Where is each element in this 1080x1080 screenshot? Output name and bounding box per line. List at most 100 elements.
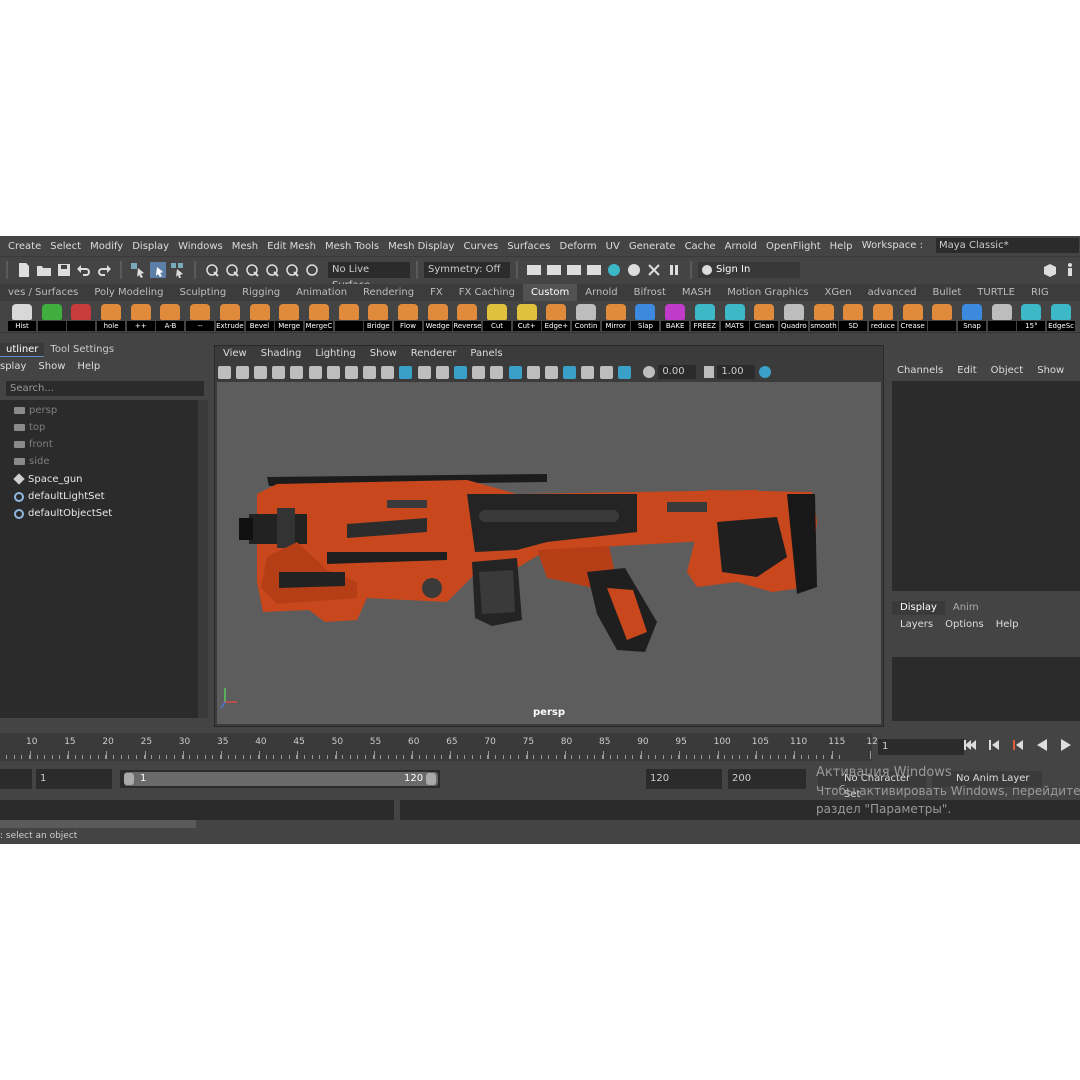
- sign-in-button[interactable]: Sign In: [698, 262, 800, 278]
- shelf-button[interactable]: Extrude: [215, 302, 244, 332]
- snap-grid-icon[interactable]: [204, 262, 220, 278]
- outliner-item[interactable]: defaultLightSet: [14, 489, 105, 505]
- shelf-button[interactable]: Clean: [750, 302, 779, 332]
- menu-item[interactable]: Deform: [560, 241, 597, 252]
- select-tool-icon[interactable]: [130, 262, 146, 278]
- step-back-key-icon[interactable]: [1010, 737, 1026, 753]
- shelf-tab[interactable]: Bifrost: [626, 284, 674, 301]
- shelf-button[interactable]: Edge+: [542, 302, 571, 332]
- shelf-tab[interactable]: Sculpting: [171, 284, 234, 301]
- menu-item[interactable]: Windows: [178, 241, 223, 252]
- play-forward-icon[interactable]: [1058, 737, 1074, 753]
- shelf-tab[interactable]: Arnold: [577, 284, 625, 301]
- menu-show[interactable]: Show: [1037, 365, 1064, 376]
- xray-icon[interactable]: [526, 365, 540, 379]
- backface-icon[interactable]: [599, 365, 613, 379]
- live-surface-field[interactable]: No Live Surface: [328, 262, 410, 291]
- menu-item[interactable]: Generate: [629, 241, 676, 252]
- menu-renderer[interactable]: Renderer: [411, 348, 457, 359]
- range-handle-end[interactable]: [426, 773, 436, 785]
- menu-item[interactable]: Select: [50, 241, 81, 252]
- menu-view[interactable]: View: [223, 348, 247, 359]
- playback-end-field[interactable]: 120: [646, 769, 722, 789]
- camera-icon[interactable]: [217, 365, 231, 379]
- shelf-button[interactable]: Bevel: [245, 302, 274, 332]
- workspace-dropdown[interactable]: Maya Classic*: [936, 238, 1079, 253]
- image-plane-icon[interactable]: [272, 365, 286, 379]
- shelf-tab[interactable]: Rendering: [355, 284, 422, 301]
- pause-icon[interactable]: [666, 262, 682, 278]
- paint-select-icon[interactable]: [170, 262, 186, 278]
- outliner-item[interactable]: defaultObjectSet: [14, 506, 112, 522]
- exposure-icon[interactable]: [643, 366, 656, 378]
- ipr-icon[interactable]: [566, 262, 582, 278]
- menu-item[interactable]: Mesh Tools: [325, 241, 379, 252]
- step-back-icon[interactable]: [986, 737, 1002, 753]
- character-icon[interactable]: [1062, 262, 1078, 278]
- shelf-button[interactable]: --: [186, 302, 215, 332]
- render-settings-icon[interactable]: [586, 262, 602, 278]
- xray-joints-icon[interactable]: [544, 365, 558, 379]
- anim-end-field[interactable]: 200: [728, 769, 806, 789]
- shelf-button[interactable]: Mirror: [601, 302, 630, 332]
- current-frame-field[interactable]: 1: [878, 739, 964, 755]
- menu-panels[interactable]: Panels: [470, 348, 502, 359]
- shelf-button[interactable]: [67, 302, 96, 332]
- shelf-tab[interactable]: Rigging: [234, 284, 288, 301]
- shelf-button[interactable]: Cut+: [512, 302, 541, 332]
- render-view-icon[interactable]: [526, 262, 542, 278]
- shelf-button[interactable]: [334, 302, 363, 332]
- menu-item[interactable]: Arnold: [725, 241, 757, 252]
- shelf-button[interactable]: Bridge: [364, 302, 393, 332]
- arnold-render-icon[interactable]: [606, 262, 622, 278]
- outliner-item[interactable]: side: [14, 454, 50, 470]
- menu-item[interactable]: Surfaces: [507, 241, 550, 252]
- xray-components-icon[interactable]: [581, 365, 595, 379]
- smooth-shade-icon[interactable]: [417, 365, 431, 379]
- menu-shading[interactable]: Shading: [261, 348, 302, 359]
- camera-attr-icon[interactable]: [235, 365, 249, 379]
- grid-icon[interactable]: [290, 365, 304, 379]
- shelf-tab[interactable]: RIG: [1023, 284, 1057, 301]
- ipr-stop-icon[interactable]: [646, 262, 662, 278]
- shelf-button[interactable]: Reverse: [453, 302, 482, 332]
- shelf-button[interactable]: ++: [126, 302, 155, 332]
- range-handle-start[interactable]: [124, 773, 134, 785]
- shelf-tab[interactable]: FX: [422, 284, 451, 301]
- shelf-button[interactable]: MergeC: [304, 302, 333, 332]
- shelf-tab[interactable]: Custom: [522, 284, 578, 301]
- shelf-button[interactable]: BAKE: [661, 302, 690, 332]
- shadows-icon[interactable]: [472, 365, 486, 379]
- menu-item[interactable]: OpenFlight: [766, 241, 821, 252]
- time-slider[interactable]: 10 15 20 25 30 35 40 45 50 55 60 65 70 75 80 85 90 95 100 1…: [0, 733, 878, 761]
- snap-view-icon[interactable]: [264, 262, 280, 278]
- shelf-tab[interactable]: TURTLE: [969, 284, 1023, 301]
- tab-outliner[interactable]: utliner: [0, 343, 45, 357]
- outliner-item[interactable]: persp: [14, 402, 57, 418]
- snap-surface-icon[interactable]: [284, 262, 300, 278]
- modeling-toolkit-icon[interactable]: [1042, 262, 1058, 278]
- snap-curve-icon[interactable]: [224, 262, 240, 278]
- tab-display[interactable]: Display: [892, 601, 945, 615]
- menu-item[interactable]: Edit Mesh: [267, 241, 316, 252]
- shelf-button[interactable]: A-B: [156, 302, 185, 332]
- shelf-tab[interactable]: Animation: [288, 284, 355, 301]
- shelf-button[interactable]: Contin: [572, 302, 601, 332]
- shelf-button[interactable]: Merge: [275, 302, 304, 332]
- gamma-icon[interactable]: [704, 366, 715, 378]
- outliner-item[interactable]: Space_gun: [13, 471, 83, 487]
- shelf-button[interactable]: Flow: [393, 302, 422, 332]
- shelf-tab[interactable]: Motion Graphics: [719, 284, 816, 301]
- viewport-canvas[interactable]: persp: [217, 382, 881, 724]
- shelf-button[interactable]: Wedge: [423, 302, 452, 332]
- outliner-item[interactable]: top: [14, 419, 45, 435]
- menu-item[interactable]: Help: [830, 241, 853, 252]
- xray-active-icon[interactable]: [563, 365, 577, 379]
- shelf-button[interactable]: Hist: [8, 302, 36, 332]
- menu-show[interactable]: Show: [370, 348, 397, 359]
- isolate-icon[interactable]: [508, 365, 522, 379]
- play-backward-icon[interactable]: [1034, 737, 1050, 753]
- redo-icon[interactable]: [96, 262, 112, 278]
- shelf-button[interactable]: MATS: [720, 302, 749, 332]
- exposure-field[interactable]: 0.00: [658, 365, 697, 379]
